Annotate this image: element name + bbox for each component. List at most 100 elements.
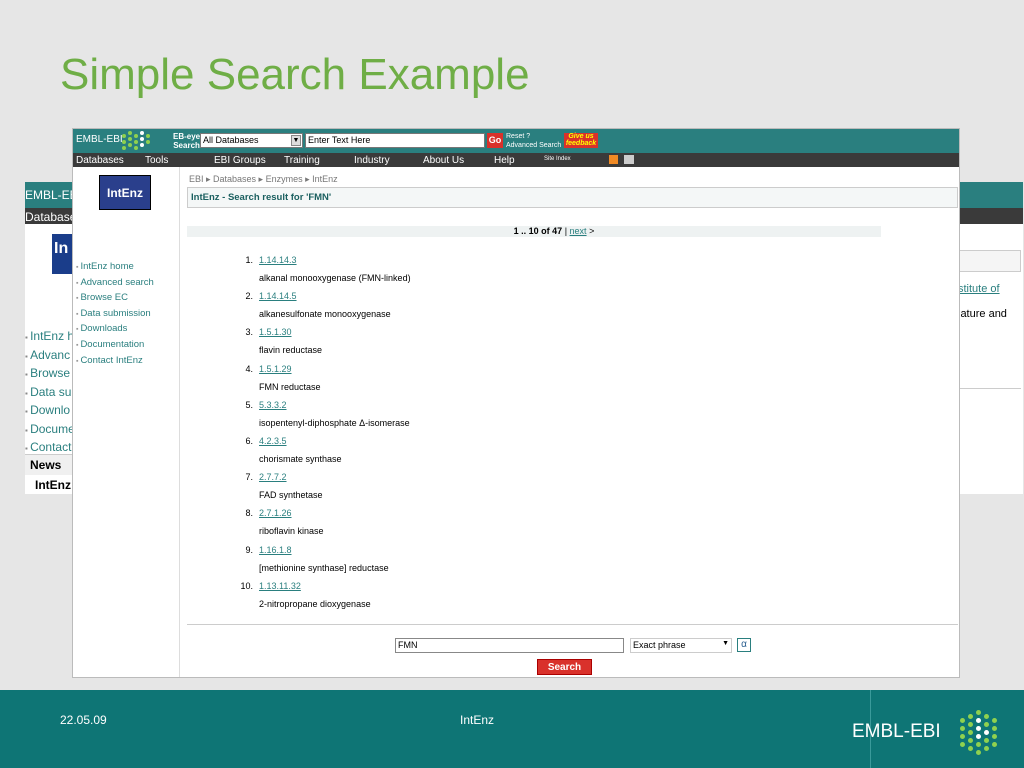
bg-news-header: News [25,455,73,475]
bg-sidebar-links: IntEnz h Advanc Browse Data su Downlo Do… [25,328,75,458]
bg-right-link[interactable]: stitute of [958,283,1000,295]
bg-link[interactable]: Data su [25,384,75,403]
sidebar-item-data-submission[interactable]: Data submission [76,307,154,323]
nav-industry[interactable]: Industry [354,155,390,166]
rss-icon[interactable] [609,155,618,164]
ec-number-link[interactable]: 2.7.7.2 [259,472,287,482]
search-button[interactable]: Search [537,659,592,675]
sidebar-item-downloads[interactable]: Downloads [76,322,154,338]
result-number: 3. [245,327,253,338]
eb-eye-line2: Search [173,141,200,150]
footer-center-label: IntEnz [460,713,495,727]
footer-brand: EMBL-EBI [852,721,941,742]
help-icon[interactable]: ? [526,133,530,140]
list-item: 2. 1.14.14.5 alkanesulfonate monooxygenase [223,289,623,325]
bg-link[interactable]: Downlo [25,402,75,421]
pager-arrow: > [589,226,595,236]
list-item: 9. 1.16.1.8 [methionine synthase] reductas… [223,543,623,579]
list-item: 5. 5.3.3.2 isopentenyl-diphosphate Δ-isome… [223,398,623,434]
bg-right-box [958,250,1021,272]
ebi-dots-icon [120,131,155,151]
enzyme-name: alkanal monooxygenase (FMN-linked) [259,273,411,283]
sidebar-item-advanced-search[interactable]: Advanced search [76,276,153,292]
ec-number-link[interactable]: 5.3.3.2 [259,400,287,410]
list-item: 4. 1.5.1.29 FMN reductase [223,362,623,398]
pager-range: 1 .. 10 of 47 [513,226,563,236]
list-item: 1. 1.14.14.3 alkanal monooxygenase (FMN-li… [223,253,623,289]
eb-eye-line1: EB-eye [173,132,201,141]
intenz-search-screenshot: EMBL-EBI EB-eye Search All Databases ▼ E… [72,128,960,678]
slide-title: Simple Search Example [60,50,530,99]
nav-about-us[interactable]: About Us [423,155,464,166]
result-number: 7. [245,472,253,483]
result-number: 6. [245,435,253,446]
feedback-line2: feedback [565,140,597,147]
list-item: 3. 1.5.1.30 flavin reductase [223,325,623,361]
nav-ebi-groups[interactable]: EBI Groups [214,155,266,166]
nav-databases[interactable]: Databases [76,155,124,166]
embl-ebi-logo[interactable]: EMBL-EBI [76,134,123,145]
reset-link[interactable]: Reset [506,133,524,140]
sidebar-item-intenz-home[interactable]: IntEnz home [76,260,154,276]
sidebar-links: IntEnz home Advanced search Browse EC Da… [76,260,154,370]
sidebar-item-contact[interactable]: Contact IntEnz [76,354,154,370]
result-number: 5. [245,399,253,410]
intenz-logo[interactable]: IntEnz [99,175,151,210]
enzyme-name: chorismate synthase [259,453,342,464]
bg-news-box: News IntEnz [25,454,73,495]
pager-next-link[interactable]: next [570,226,587,236]
breadcrumb[interactable]: EBI ▸ Databases ▸ Enzymes ▸ IntEnz [189,174,338,185]
ec-number-link[interactable]: 1.14.14.5 [259,291,297,301]
enzyme-name: isopentenyl-diphosphate Δ-isomerase [259,417,410,428]
ec-number-link[interactable]: 2.7.1.26 [259,508,292,518]
sidebar: IntEnz IntEnz home Advanced search Brows… [73,167,180,677]
result-number: 4. [245,363,253,374]
feedback-button[interactable]: Give us feedback [564,133,598,148]
search-input[interactable]: Enter Text Here [305,133,485,148]
nav-tools[interactable]: Tools [145,155,168,166]
printer-icon[interactable] [624,155,634,164]
enzyme-name: flavin reductase [259,345,323,356]
result-number: 10. [240,580,253,591]
divider [187,624,958,625]
bg-nav-label: Database [25,210,77,224]
footer-date: 22.05.09 [60,713,107,727]
ec-number-link[interactable]: 1.13.11.32 [259,581,301,591]
nav-training[interactable]: Training [284,155,320,166]
bg-right-text: lature and [958,308,1007,320]
site-index-link[interactable]: Site Index [544,156,571,162]
eb-eye-label: EB-eye Search [173,132,200,150]
go-button[interactable]: Go [487,133,503,148]
bg-link[interactable]: Docume [25,421,75,440]
bg-link[interactable]: Browse [25,365,75,384]
list-item: 10. 1.13.11.32 2-nitropropane dioxygenase [223,579,623,615]
advanced-search-link[interactable]: Advanced Search [506,141,561,150]
match-mode-select[interactable]: Exact phrase ▼ [630,638,732,653]
reset-group: Reset ? Advanced Search [506,132,561,150]
ec-number-link[interactable]: 1.16.1.8 [259,545,292,555]
list-item: 8. 2.7.1.26 riboflavin kinase [223,506,623,542]
alpha-icon[interactable]: α [737,638,751,652]
sidebar-item-browse-ec[interactable]: Browse EC [76,291,154,307]
bg-link[interactable]: IntEnz h [25,328,75,347]
chevron-down-icon[interactable]: ▼ [722,640,729,647]
chevron-down-icon[interactable]: ▼ [291,135,301,146]
enzyme-name: [methionine synthase] reductase [259,562,389,573]
bg-link[interactable]: Advanc [25,347,75,366]
nav-help[interactable]: Help [494,155,515,166]
result-number: 2. [245,291,253,302]
result-number: 1. [245,255,253,265]
ec-number-link[interactable]: 1.14.14.3 [259,255,297,265]
ec-number-link[interactable]: 1.5.1.30 [259,327,292,337]
embl-ebi-logo-icon [958,708,1002,756]
ec-number-link[interactable]: 4.2.3.5 [259,436,287,446]
ec-number-link[interactable]: 1.5.1.29 [259,364,292,374]
bg-news-item[interactable]: IntEnz [25,475,73,495]
results-list: 1. 1.14.14.3 alkanal monooxygenase (FMN-li… [223,253,623,615]
enzyme-name: riboflavin kinase [259,526,324,537]
match-mode-value: Exact phrase [633,640,686,650]
query-input[interactable]: FMN [395,638,624,653]
pager: 1 .. 10 of 47 | next > [187,226,881,237]
sidebar-item-documentation[interactable]: Documentation [76,338,154,354]
database-select[interactable]: All Databases ▼ [200,133,303,148]
